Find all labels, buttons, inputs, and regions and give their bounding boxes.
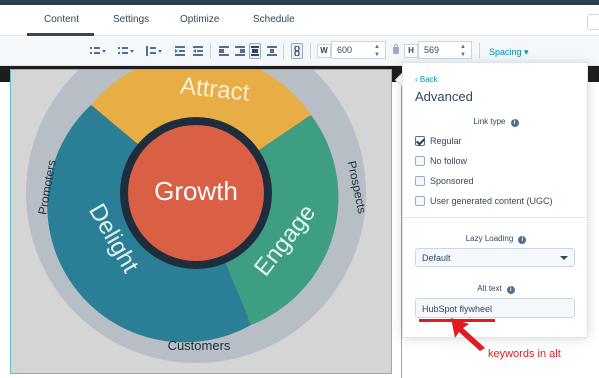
link-icon[interactable] bbox=[293, 45, 301, 57]
lazy-loading-select[interactable]: Default bbox=[415, 248, 575, 267]
customers-label: Customers bbox=[168, 338, 231, 353]
panel-divider bbox=[403, 217, 589, 218]
annotation-arrow-icon bbox=[451, 318, 485, 351]
height-input[interactable]: 569 bbox=[418, 41, 457, 59]
info-icon[interactable]: i bbox=[518, 236, 527, 244]
editor-screen: Content Settings Optimize Schedule W 600… bbox=[0, 0, 599, 378]
bulleted-list-icon[interactable] bbox=[90, 45, 106, 57]
nofollow-checkbox[interactable] bbox=[415, 156, 425, 166]
alt-text-label: Alt text bbox=[477, 284, 502, 293]
editor-tabs: Content Settings Optimize Schedule bbox=[0, 5, 599, 36]
panel-title: Advanced bbox=[415, 89, 473, 104]
tab-content[interactable]: Content bbox=[44, 14, 79, 25]
spacing-dropdown[interactable]: Spacing ▾ bbox=[489, 47, 529, 58]
tab-settings[interactable]: Settings bbox=[113, 14, 149, 25]
nofollow-label: No follow bbox=[430, 156, 468, 166]
lock-icon[interactable] bbox=[393, 44, 399, 54]
regular-checkbox[interactable] bbox=[415, 136, 425, 146]
canvas-left-margin bbox=[0, 82, 10, 378]
align-right-icon[interactable] bbox=[267, 45, 277, 57]
line-spacing-icon[interactable] bbox=[146, 45, 162, 57]
ugc-checkbox[interactable] bbox=[415, 196, 425, 206]
align-full-icon[interactable] bbox=[251, 45, 259, 57]
numbered-list-icon[interactable] bbox=[118, 45, 134, 57]
lazy-loading-value: Default bbox=[422, 253, 451, 263]
chevron-down-icon bbox=[560, 256, 568, 260]
regular-label: Regular bbox=[430, 136, 462, 146]
width-input[interactable]: 600 bbox=[331, 41, 371, 59]
width-label: W bbox=[317, 44, 331, 58]
toolbar-divider bbox=[479, 43, 480, 59]
align-left-icon[interactable] bbox=[219, 45, 229, 57]
back-link[interactable]: ‹ Back bbox=[415, 75, 438, 84]
top-right-button[interactable] bbox=[587, 14, 599, 30]
toolbar-divider bbox=[210, 43, 211, 59]
toolbar-divider bbox=[310, 43, 311, 59]
back-label: Back bbox=[419, 75, 438, 84]
alt-text-heading: Alt text i bbox=[403, 284, 589, 294]
alt-text-input[interactable]: HubSpot flywheel bbox=[415, 298, 575, 318]
link-type-label: Link type bbox=[473, 117, 506, 126]
advanced-settings-panel: ‹ Back Advanced Link type i Regular No fo… bbox=[402, 62, 589, 338]
spacing-label: Spacing bbox=[489, 47, 522, 57]
align-center-icon[interactable] bbox=[235, 45, 245, 57]
alt-text-value: HubSpot flywheel bbox=[422, 304, 493, 314]
ugc-label: User generated content (UGC) bbox=[430, 196, 553, 206]
growth-label: Growth bbox=[154, 176, 238, 206]
width-stepper[interactable]: ▲ ▼ bbox=[370, 41, 386, 59]
info-icon[interactable]: i bbox=[510, 119, 519, 127]
height-label: H bbox=[404, 44, 418, 58]
lazy-loading-label: Lazy Loading bbox=[465, 234, 514, 243]
sponsored-checkbox[interactable] bbox=[415, 176, 425, 186]
info-icon[interactable]: i bbox=[506, 286, 515, 294]
selected-image[interactable]: Growth Attract Engage Delight Promoters … bbox=[10, 69, 392, 374]
tab-optimize[interactable]: Optimize bbox=[180, 14, 219, 25]
outdent-icon[interactable] bbox=[175, 45, 185, 57]
toolbar-divider bbox=[283, 43, 284, 59]
indent-icon[interactable] bbox=[193, 45, 203, 57]
height-stepper[interactable]: ▲ ▼ bbox=[456, 41, 472, 59]
link-type-heading: Link type i bbox=[403, 117, 589, 127]
sponsored-label: Sponsored bbox=[430, 176, 474, 186]
active-tab-indicator bbox=[27, 33, 94, 36]
flywheel-graphic: Growth Attract Engage Delight Promoters … bbox=[26, 70, 369, 363]
lazy-loading-heading: Lazy Loading i bbox=[403, 234, 589, 244]
annotation-text: keywords in alt bbox=[488, 348, 561, 360]
tab-schedule[interactable]: Schedule bbox=[253, 14, 295, 25]
